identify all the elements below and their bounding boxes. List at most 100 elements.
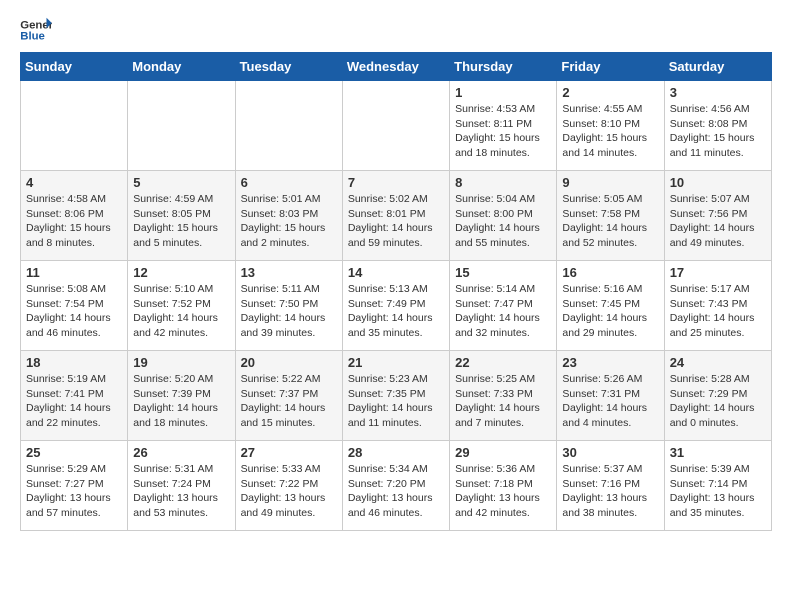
calendar-cell: 2Sunrise: 4:55 AMSunset: 8:10 PMDaylight… xyxy=(557,81,664,171)
day-info: Sunrise: 5:36 AMSunset: 7:18 PMDaylight:… xyxy=(455,462,551,521)
day-number: 22 xyxy=(455,355,551,370)
week-row-3: 11 Sunrise: 5:08 AMSunset: 7:54 PMDayligh… xyxy=(21,261,772,351)
day-info: Sunrise: 5:26 AMSunset: 7:31 PMDaylight:… xyxy=(562,372,658,431)
day-number: 12 xyxy=(133,265,229,280)
day-info: Sunrise: 5:11 AMSunset: 7:50 PMDaylight:… xyxy=(241,282,337,341)
calendar-cell: 8 Sunrise: 5:04 AMSunset: 8:00 PMDaylight… xyxy=(450,171,557,261)
day-info: Sunrise: 5:23 AMSunset: 7:35 PMDaylight:… xyxy=(348,372,444,431)
calendar-cell: 15 Sunrise: 5:14 AMSunset: 7:47 PMDayligh… xyxy=(450,261,557,351)
day-info: Sunrise: 5:10 AMSunset: 7:52 PMDaylight:… xyxy=(133,282,229,341)
calendar-cell: 19 Sunrise: 5:20 AMSunset: 7:39 PMDayligh… xyxy=(128,351,235,441)
week-row-1: 1 Sunrise: 4:53 AMSunset: 8:11 PMDaylight… xyxy=(21,81,772,171)
calendar-cell: 31 Sunrise: 5:39 AMSunset: 7:14 PMDayligh… xyxy=(664,441,771,531)
calendar-cell xyxy=(342,81,449,171)
day-info: Sunrise: 5:08 AMSunset: 7:54 PMDaylight:… xyxy=(26,282,122,341)
day-info: Sunrise: 5:05 AMSunset: 7:58 PMDaylight:… xyxy=(562,192,658,251)
calendar-cell: 5Sunrise: 4:59 AMSunset: 8:05 PMDaylight… xyxy=(128,171,235,261)
day-info: Sunrise: 4:56 AMSunset: 8:08 PMDaylight:… xyxy=(670,102,766,161)
day-info: Sunrise: 4:58 AMSunset: 8:06 PMDaylight:… xyxy=(26,192,122,251)
calendar-cell: 26 Sunrise: 5:31 AMSunset: 7:24 PMDayligh… xyxy=(128,441,235,531)
day-number: 16 xyxy=(562,265,658,280)
calendar-cell: 3Sunrise: 4:56 AMSunset: 8:08 PMDaylight… xyxy=(664,81,771,171)
day-number: 18 xyxy=(26,355,122,370)
weekday-header-saturday: Saturday xyxy=(664,53,771,81)
calendar-cell: 20 Sunrise: 5:22 AMSunset: 7:37 PMDayligh… xyxy=(235,351,342,441)
day-number: 10 xyxy=(670,175,766,190)
day-number: 9 xyxy=(562,175,658,190)
day-info: Sunrise: 5:04 AMSunset: 8:00 PMDaylight:… xyxy=(455,192,551,251)
day-number: 17 xyxy=(670,265,766,280)
weekday-header-tuesday: Tuesday xyxy=(235,53,342,81)
day-info: Sunrise: 5:07 AMSunset: 7:56 PMDaylight:… xyxy=(670,192,766,251)
week-row-5: 25Sunrise: 5:29 AMSunset: 7:27 PMDayligh… xyxy=(21,441,772,531)
day-info: Sunrise: 5:19 AMSunset: 7:41 PMDaylight:… xyxy=(26,372,122,431)
calendar-cell: 10 Sunrise: 5:07 AMSunset: 7:56 PMDayligh… xyxy=(664,171,771,261)
day-info: Sunrise: 5:20 AMSunset: 7:39 PMDaylight:… xyxy=(133,372,229,431)
day-info: Sunrise: 5:28 AMSunset: 7:29 PMDaylight:… xyxy=(670,372,766,431)
day-number: 28 xyxy=(348,445,444,460)
day-number: 26 xyxy=(133,445,229,460)
week-row-4: 18 Sunrise: 5:19 AMSunset: 7:41 PMDayligh… xyxy=(21,351,772,441)
calendar-cell: 13 Sunrise: 5:11 AMSunset: 7:50 PMDayligh… xyxy=(235,261,342,351)
day-number: 30 xyxy=(562,445,658,460)
calendar-cell: 1 Sunrise: 4:53 AMSunset: 8:11 PMDaylight… xyxy=(450,81,557,171)
calendar-cell: 9 Sunrise: 5:05 AMSunset: 7:58 PMDaylight… xyxy=(557,171,664,261)
day-info: Sunrise: 5:16 AMSunset: 7:45 PMDaylight:… xyxy=(562,282,658,341)
day-info: Sunrise: 5:29 AMSunset: 7:27 PMDaylight:… xyxy=(26,462,122,521)
day-info: Sunrise: 5:13 AMSunset: 7:49 PMDaylight:… xyxy=(348,282,444,341)
day-info: Sunrise: 5:34 AMSunset: 7:20 PMDaylight:… xyxy=(348,462,444,521)
calendar-cell: 17 Sunrise: 5:17 AMSunset: 7:43 PMDayligh… xyxy=(664,261,771,351)
day-info: Sunrise: 5:37 AMSunset: 7:16 PMDaylight:… xyxy=(562,462,658,521)
day-info: Sunrise: 5:22 AMSunset: 7:37 PMDaylight:… xyxy=(241,372,337,431)
weekday-header-friday: Friday xyxy=(557,53,664,81)
calendar-cell xyxy=(235,81,342,171)
header: General Blue xyxy=(20,16,772,44)
weekday-header-monday: Monday xyxy=(128,53,235,81)
calendar-cell: 23 Sunrise: 5:26 AMSunset: 7:31 PMDayligh… xyxy=(557,351,664,441)
calendar-table: SundayMondayTuesdayWednesdayThursdayFrid… xyxy=(20,52,772,531)
calendar-cell xyxy=(21,81,128,171)
day-number: 7 xyxy=(348,175,444,190)
day-info: Sunrise: 5:33 AMSunset: 7:22 PMDaylight:… xyxy=(241,462,337,521)
calendar-cell: 11 Sunrise: 5:08 AMSunset: 7:54 PMDayligh… xyxy=(21,261,128,351)
calendar-cell: 30 Sunrise: 5:37 AMSunset: 7:16 PMDayligh… xyxy=(557,441,664,531)
day-number: 8 xyxy=(455,175,551,190)
day-number: 5 xyxy=(133,175,229,190)
day-number: 20 xyxy=(241,355,337,370)
day-number: 4 xyxy=(26,175,122,190)
day-number: 24 xyxy=(670,355,766,370)
day-number: 29 xyxy=(455,445,551,460)
day-info: Sunrise: 5:14 AMSunset: 7:47 PMDaylight:… xyxy=(455,282,551,341)
calendar-cell: 16 Sunrise: 5:16 AMSunset: 7:45 PMDayligh… xyxy=(557,261,664,351)
calendar-cell: 18 Sunrise: 5:19 AMSunset: 7:41 PMDayligh… xyxy=(21,351,128,441)
day-number: 2 xyxy=(562,85,658,100)
day-number: 13 xyxy=(241,265,337,280)
day-number: 1 xyxy=(455,85,551,100)
calendar-cell: 22Sunrise: 5:25 AMSunset: 7:33 PMDayligh… xyxy=(450,351,557,441)
page: General Blue SundayMondayTuesdayWednesda… xyxy=(0,0,792,547)
day-info: Sunrise: 5:17 AMSunset: 7:43 PMDaylight:… xyxy=(670,282,766,341)
calendar-cell: 28 Sunrise: 5:34 AMSunset: 7:20 PMDayligh… xyxy=(342,441,449,531)
day-info: Sunrise: 5:31 AMSunset: 7:24 PMDaylight:… xyxy=(133,462,229,521)
calendar-cell: 7Sunrise: 5:02 AMSunset: 8:01 PMDaylight… xyxy=(342,171,449,261)
weekday-header-sunday: Sunday xyxy=(21,53,128,81)
day-info: Sunrise: 5:39 AMSunset: 7:14 PMDaylight:… xyxy=(670,462,766,521)
calendar-cell: 4 Sunrise: 4:58 AMSunset: 8:06 PMDaylight… xyxy=(21,171,128,261)
calendar-cell: 25Sunrise: 5:29 AMSunset: 7:27 PMDayligh… xyxy=(21,441,128,531)
logo: General Blue xyxy=(20,16,52,44)
day-number: 23 xyxy=(562,355,658,370)
day-number: 27 xyxy=(241,445,337,460)
day-number: 15 xyxy=(455,265,551,280)
calendar-cell: 21Sunrise: 5:23 AMSunset: 7:35 PMDayligh… xyxy=(342,351,449,441)
calendar-cell: 29 Sunrise: 5:36 AMSunset: 7:18 PMDayligh… xyxy=(450,441,557,531)
day-info: Sunrise: 4:53 AMSunset: 8:11 PMDaylight:… xyxy=(455,102,551,161)
calendar-cell: 27 Sunrise: 5:33 AMSunset: 7:22 PMDayligh… xyxy=(235,441,342,531)
weekday-header-thursday: Thursday xyxy=(450,53,557,81)
calendar-cell xyxy=(128,81,235,171)
day-number: 31 xyxy=(670,445,766,460)
day-number: 6 xyxy=(241,175,337,190)
day-number: 19 xyxy=(133,355,229,370)
weekday-header-row: SundayMondayTuesdayWednesdayThursdayFrid… xyxy=(21,53,772,81)
day-info: Sunrise: 5:01 AMSunset: 8:03 PMDaylight:… xyxy=(241,192,337,251)
day-number: 11 xyxy=(26,265,122,280)
